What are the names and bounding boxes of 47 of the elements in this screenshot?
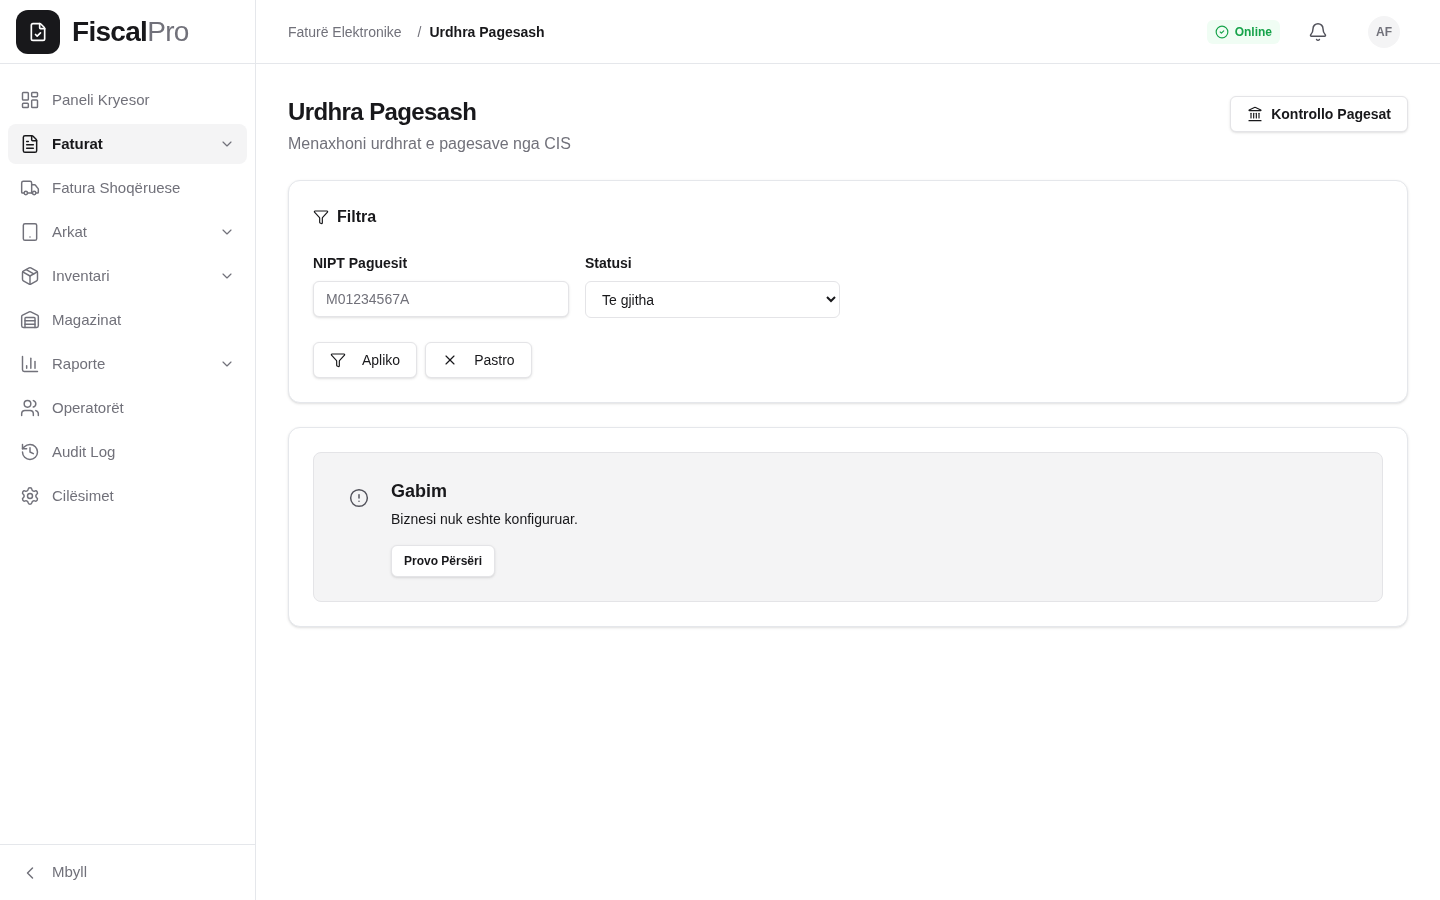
tablet-icon (20, 222, 40, 242)
document-icon (20, 134, 40, 154)
bell-icon (1308, 21, 1328, 42)
check-payments-button[interactable]: Kontrollo Pagesat (1230, 96, 1408, 132)
filter-icon (313, 209, 329, 225)
user-avatar[interactable]: AF (1368, 15, 1400, 48)
check-circle-icon (1214, 24, 1229, 39)
warehouse-icon (20, 310, 40, 330)
breadcrumb-separator: / (417, 22, 422, 42)
field-label: NIPT Paguesit (313, 254, 409, 273)
online-status-badge: Online (1206, 19, 1280, 44)
brand-name: FiscalPro (72, 17, 189, 46)
sidebar-item[interactable]: Inventari (8, 256, 247, 296)
filters-title: Filtra (337, 207, 377, 227)
page-subtitle: Menaxhoni urdhrat e pagesave nga CIS (288, 134, 571, 154)
collapse-sidebar-button[interactable]: Mbyll (8, 852, 247, 893)
sidebar-item[interactable]: Cilësimet (8, 476, 247, 516)
history-clock-icon (20, 442, 40, 462)
error-title: Gabim (391, 480, 448, 503)
error-message: Biznesi nuk eshte konfiguruar. (391, 510, 578, 529)
sidebar-item[interactable]: Fatura Shoqëruese (8, 168, 247, 208)
sidebar-item[interactable]: Arkat (8, 212, 247, 252)
sidebar-item[interactable]: Raporte (8, 344, 247, 384)
users-icon (20, 398, 40, 418)
bar-chart-icon (20, 354, 40, 374)
box-icon (20, 266, 40, 286)
page-title: Urdhra Pagesash (288, 97, 478, 127)
field-label: Statusi (585, 254, 633, 273)
dashboard-grid-icon (20, 90, 40, 110)
file-check-logo-icon (16, 9, 60, 54)
breadcrumb-current: Urdhra Pagesash (429, 22, 545, 42)
sidebar-item[interactable]: Paneli Kryesor (8, 80, 247, 120)
sidebar-item[interactable]: Faturat (8, 124, 247, 164)
filter-icon (330, 352, 346, 368)
retry-button[interactable]: Provo Përsëri (391, 545, 496, 577)
sidebar-item[interactable]: Magazinat (8, 300, 247, 340)
sidebar-item[interactable]: Audit Log (8, 432, 247, 472)
truck-icon (20, 178, 40, 198)
status-select[interactable]: Te gjitha (585, 281, 840, 318)
breadcrumb-link[interactable]: Faturë Elektronike (288, 21, 402, 42)
nipt-input-field[interactable]: M01234567A (313, 281, 569, 317)
settings-icon (20, 486, 40, 506)
bank-building-icon (1247, 106, 1264, 122)
alert-circle-icon (349, 488, 369, 508)
apply-filters-button[interactable]: Apliko (313, 342, 418, 378)
clear-filters-button[interactable]: Pastro (425, 342, 532, 378)
sidebar-item[interactable]: Operatorët (8, 388, 247, 428)
